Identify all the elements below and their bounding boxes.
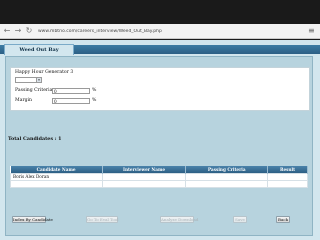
table-row[interactable]: Boris Alex Doran bbox=[10, 172, 308, 181]
percent-label: % bbox=[92, 98, 97, 103]
criteria-form: Happy Hour Generator 3 ▾ Passing Criteri… bbox=[10, 67, 310, 111]
tab-weed-out-bay[interactable]: Weed Out Bay bbox=[4, 44, 74, 55]
table-cell: Boris Alex Doran bbox=[10, 172, 103, 181]
candidates-table: Candidate Name Interviewer Name Passing … bbox=[10, 166, 308, 188]
passing-criteria-input[interactable]: 0 bbox=[52, 88, 90, 94]
form-heading: Happy Hour Generator 3 bbox=[15, 70, 74, 75]
passing-criteria-label: Passing Criteria bbox=[15, 88, 53, 93]
table-cell bbox=[185, 172, 269, 181]
page-content: Weed Out Bay Happy Hour Generator 3 ▾ Pa… bbox=[0, 40, 320, 240]
total-candidates-label: Total Candidates : bbox=[8, 136, 57, 142]
margin-input[interactable]: 0 bbox=[52, 98, 90, 104]
index-by-candidate-button[interactable]: Index By Candidate bbox=[12, 216, 53, 223]
back-button[interactable]: Back bbox=[276, 216, 290, 223]
table-row[interactable] bbox=[10, 179, 308, 188]
main-panel: Happy Hour Generator 3 ▾ Passing Criteri… bbox=[5, 56, 313, 236]
column-header[interactable]: Interviewer Name bbox=[102, 166, 187, 173]
generator-select[interactable]: ▾ bbox=[15, 77, 42, 83]
menu-icon[interactable]: ≡ bbox=[308, 27, 316, 35]
go-to-eval-tool-button[interactable]: Go To Eval Tool bbox=[86, 216, 118, 223]
margin-label: Margin bbox=[15, 98, 33, 103]
save-button[interactable]: Save bbox=[233, 216, 247, 223]
analyze-download-button[interactable]: Analyze Download bbox=[160, 216, 198, 223]
table-cell bbox=[10, 179, 103, 188]
chevron-down-icon: ▾ bbox=[36, 78, 41, 82]
column-header[interactable]: Passing Criteria bbox=[185, 166, 269, 173]
table-cell bbox=[267, 172, 308, 181]
percent-label: % bbox=[92, 88, 97, 93]
table-cell bbox=[101, 179, 187, 188]
total-candidates-value: 1 bbox=[58, 136, 62, 142]
total-candidates: Total Candidates : 1 bbox=[8, 136, 62, 142]
column-header[interactable]: Result bbox=[267, 166, 308, 173]
table-cell bbox=[101, 172, 187, 181]
table-cell bbox=[267, 179, 308, 188]
back-arrow-icon[interactable]: ← bbox=[3, 27, 11, 35]
table-cell bbox=[185, 179, 269, 188]
column-header[interactable]: Candidate Name bbox=[10, 166, 103, 173]
url-field[interactable]: www.mbtrio.com/careers_interview/Weed_Ou… bbox=[38, 29, 308, 34]
table-header-row: Candidate Name Interviewer Name Passing … bbox=[10, 166, 308, 173]
screen: ← → ↻ www.mbtrio.com/careers_interview/W… bbox=[0, 0, 320, 240]
forward-arrow-icon[interactable]: → bbox=[14, 27, 22, 35]
browser-address-bar: ← → ↻ www.mbtrio.com/careers_interview/W… bbox=[0, 24, 320, 39]
reload-icon[interactable]: ↻ bbox=[25, 27, 33, 35]
